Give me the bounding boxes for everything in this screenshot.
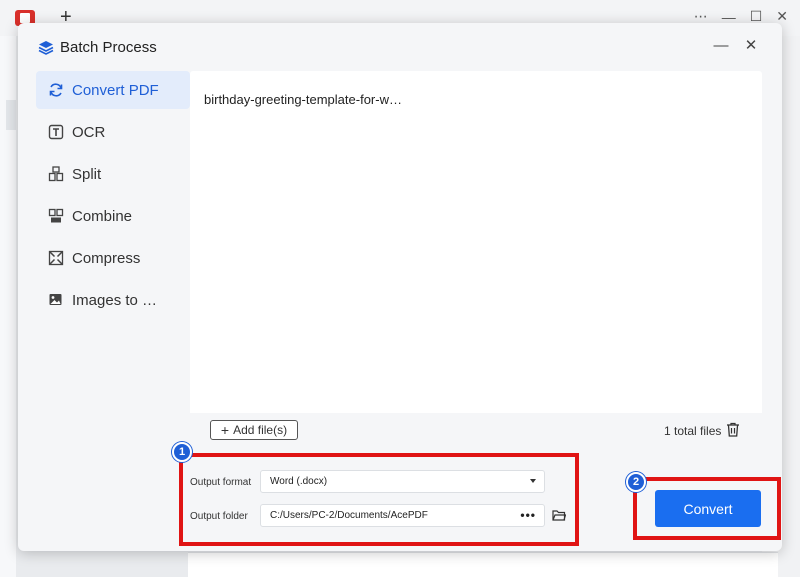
add-files-button[interactable]: + Add file(s) [210,420,298,440]
split-icon [48,166,64,182]
annotation-box-convert [633,477,781,540]
plus-icon: + [220,422,230,438]
refresh-icon [49,83,63,97]
sidebar-item-label: Combine [72,207,133,225]
image-icon [49,294,62,305]
sidebar-item-combine[interactable]: Combine [36,197,190,235]
file-list-panel: birthday-greeting-template-for-w… + Add … [190,71,762,448]
sidebar-item-split[interactable]: Split [36,155,190,193]
total-files-count: 1 total files [664,424,722,438]
add-files-label: Add file(s) [233,423,288,437]
dialog-minimize-button[interactable]: — [712,37,730,55]
background-sidebar [0,36,16,577]
annotation-badge-1: 1 [172,442,192,462]
dialog-title: Batch Process [60,39,157,56]
sidebar-item-convert-pdf[interactable]: Convert PDF [36,71,190,109]
file-list-item[interactable]: birthday-greeting-template-for-w… [204,92,402,107]
ocr-icon [48,124,64,140]
sidebar-item-label: OCR [72,123,106,141]
dialog-close-button[interactable]: ✕ [742,37,760,55]
tool-sidebar: Convert PDF OCR Split Combine Compress I… [36,71,190,323]
background-content [188,552,778,577]
compress-icon [48,250,64,266]
sidebar-item-label: Images to … [72,291,158,309]
layers-icon [38,41,54,55]
sidebar-item-label: Compress [72,249,141,267]
combine-icon [48,208,64,223]
sidebar-item-ocr[interactable]: OCR [36,113,190,151]
annotation-box-output [179,453,579,546]
annotation-badge-2: 2 [626,472,646,492]
trash-icon[interactable] [726,422,740,437]
sidebar-item-label: Convert PDF [72,81,159,99]
sidebar-item-compress[interactable]: Compress [36,239,190,277]
sidebar-item-images-to[interactable]: Images to … [36,281,190,319]
sidebar-item-label: Split [72,165,102,183]
